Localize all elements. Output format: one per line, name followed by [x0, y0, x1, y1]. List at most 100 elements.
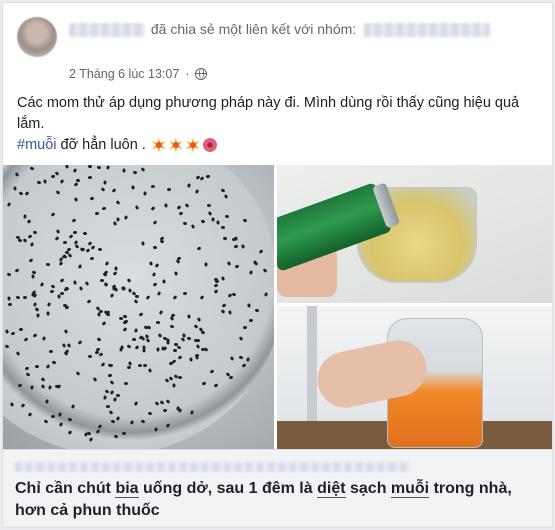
mosquito-dot: [126, 278, 132, 284]
mosquito-dot: [67, 417, 73, 422]
mosquito-dots: [3, 165, 274, 449]
mosquito-dot: [165, 423, 171, 429]
mosquito-dot: [51, 415, 56, 419]
mosquito-dot: [196, 343, 201, 349]
mosquito-dot: [200, 347, 205, 352]
mosquito-dot: [40, 376, 46, 382]
mosquito-dot: [213, 383, 219, 388]
mosquito-dot: [22, 295, 28, 300]
pouring-beer-photo[interactable]: [277, 165, 552, 303]
mosquito-dot: [162, 409, 167, 413]
mosquito-dot: [155, 320, 160, 324]
mosquito-dot: [87, 165, 92, 169]
mosquito-dot: [68, 234, 74, 240]
mosquito-dot: [103, 180, 107, 185]
mosquito-dot: [40, 281, 45, 287]
mosquito-dot: [5, 329, 10, 334]
mosquito-dot: [42, 178, 47, 184]
mosquito-dot: [71, 218, 77, 224]
mosquito-dot: [178, 210, 184, 216]
mosquito-dot: [87, 355, 92, 359]
post-card: đã chia sẻ một liên kết với nhóm: 2 Thán…: [2, 2, 553, 528]
mosquito-dot: [88, 436, 93, 442]
link-preview-caption[interactable]: Chỉ cần chút bia uống dở, sau 1 đêm là d…: [3, 449, 552, 527]
mosquito-dot: [59, 179, 65, 185]
mosquito-dot: [46, 311, 50, 317]
mosquito-dot: [170, 313, 176, 318]
mosquito-dot: [127, 287, 132, 293]
mosquito-dot: [221, 303, 227, 309]
mosquito-dot: [263, 292, 268, 298]
mosquito-dot: [199, 176, 205, 181]
mosquito-dot: [229, 356, 235, 362]
highlighted-keyword: diệt: [317, 480, 346, 498]
mosquito-dot: [77, 340, 83, 346]
link-preview-images[interactable]: [3, 165, 552, 449]
mosquito-dot: [140, 419, 146, 425]
plate-with-mosquitoes-photo[interactable]: [3, 165, 274, 449]
mosquito-dot: [238, 336, 243, 342]
mosquito-dot: [189, 357, 193, 362]
mosquito-dot: [100, 279, 105, 283]
mosquito-dot: [104, 389, 110, 394]
mosquito-dot: [40, 383, 46, 389]
mosquito-dot: [97, 312, 101, 317]
mosquito-dot: [224, 215, 230, 219]
mosquito-dot: [153, 246, 158, 250]
mosquito-dot: [121, 431, 127, 436]
mosquito-dot: [207, 211, 213, 216]
mosquito-dot: [95, 212, 100, 216]
mosquito-dot: [6, 272, 12, 277]
mosquito-dot: [122, 320, 128, 325]
mosquito-dot: [180, 336, 186, 342]
mosquito-dot: [96, 337, 102, 342]
mosquito-dot: [152, 281, 158, 287]
mosquito-dot: [246, 303, 251, 308]
bottle-trap-photo[interactable]: [277, 306, 552, 449]
mosquito-dot: [115, 200, 121, 206]
mosquito-dot: [106, 405, 111, 409]
mosquito-dot: [109, 380, 115, 386]
mosquito-dot: [112, 270, 118, 276]
mosquito-dot: [134, 345, 140, 351]
mosquito-dot: [209, 368, 215, 374]
globe-icon[interactable]: [195, 68, 208, 80]
mosquito-dot: [172, 349, 177, 353]
mosquito-dot: [26, 219, 32, 225]
mosquito-dot: [27, 234, 33, 239]
mosquito-dot: [34, 307, 40, 313]
mosquito-dot: [97, 423, 103, 429]
hashtag-link[interactable]: #muỗi: [17, 137, 57, 153]
mosquito-dot: [158, 310, 164, 316]
mosquito-dot: [149, 260, 154, 266]
emoji-row: [152, 138, 217, 153]
mosquito-dot: [62, 240, 68, 245]
post-timestamp[interactable]: 2 Tháng 6 lúc 13:07: [69, 67, 179, 81]
author-name-blurred[interactable]: [69, 23, 145, 38]
mosquito-dot: [31, 274, 35, 280]
mosquito-dot: [88, 176, 93, 180]
mosquito-dot: [100, 361, 106, 367]
mosquito-dot: [23, 336, 29, 342]
mosquito-dot: [258, 249, 264, 255]
group-name-blurred[interactable]: [364, 23, 491, 38]
mosquito-dot: [134, 294, 140, 299]
mosquito-dot: [133, 328, 138, 334]
avatar[interactable]: [17, 17, 57, 57]
mosquito-dot: [63, 329, 69, 335]
mosquito-dot: [134, 205, 139, 211]
mosquito-dot: [110, 419, 116, 424]
mosquito-dot: [71, 403, 76, 409]
mosquito-dot: [95, 346, 101, 352]
mosquito-dot: [48, 349, 54, 353]
mosquito-dot: [118, 317, 123, 321]
mosquito-dot: [140, 166, 146, 172]
mosquito-dot: [167, 188, 172, 192]
mosquito-dot: [176, 205, 182, 211]
mosquito-dot: [72, 230, 77, 234]
mosquito-dot: [213, 289, 219, 295]
link-title[interactable]: Chỉ cần chút bia uống dở, sau 1 đêm là d…: [15, 478, 540, 522]
mosquito-dot: [172, 295, 178, 301]
mosquito-dot: [101, 320, 107, 326]
mosquito-dot: [262, 267, 268, 273]
